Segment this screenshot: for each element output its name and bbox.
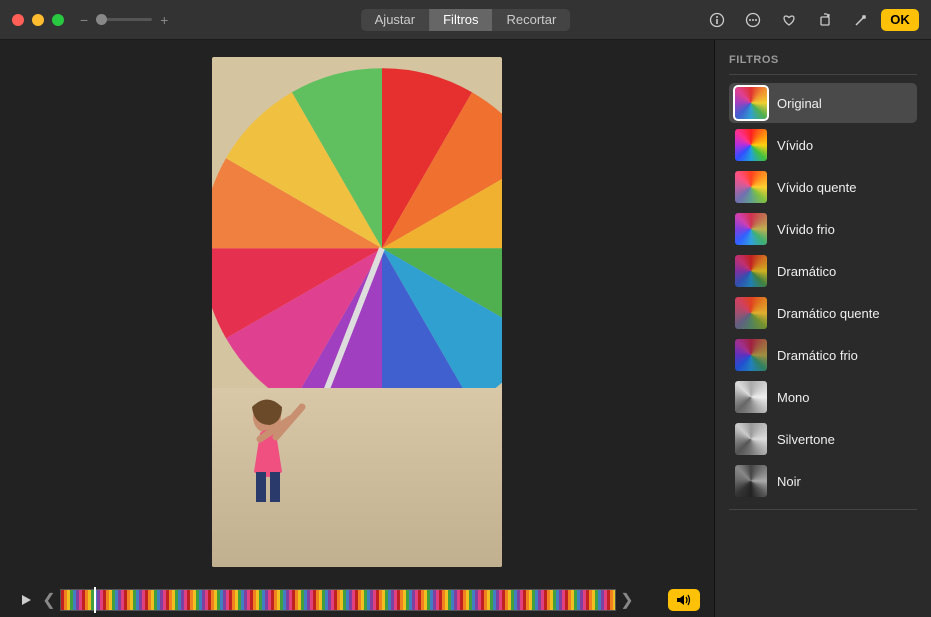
image-area: [0, 40, 714, 583]
wand-icon: [853, 12, 869, 28]
filter-thumb: [735, 255, 767, 287]
filter-label: Noir: [777, 474, 801, 489]
filter-item-dramatic[interactable]: Dramático: [729, 251, 917, 291]
trim-end-handle[interactable]: ❯: [622, 589, 632, 611]
tab-adjust[interactable]: Ajustar: [361, 9, 429, 31]
filter-label: Original: [777, 96, 822, 111]
heart-icon: [781, 12, 797, 28]
filter-item-mono[interactable]: Mono: [729, 377, 917, 417]
rotate-icon: [817, 12, 833, 28]
divider: [729, 74, 917, 75]
zoom-thumb[interactable]: [96, 14, 107, 25]
filter-label: Silvertone: [777, 432, 835, 447]
filters-sidebar: FILTROS Original Vívido Vívido quente Vívid…: [715, 40, 931, 617]
filter-thumb: [735, 465, 767, 497]
viewer-panel: ❮ ❯: [0, 40, 715, 617]
filter-item-noir[interactable]: Noir: [729, 461, 917, 501]
play-icon: [20, 594, 32, 606]
person-in-image: [232, 397, 312, 507]
filter-label: Vívido quente: [777, 180, 857, 195]
divider: [729, 509, 917, 510]
preview-image: [212, 57, 502, 567]
favorite-button[interactable]: [773, 9, 805, 31]
filter-thumb: [735, 87, 767, 119]
filter-label: Vívido: [777, 138, 813, 153]
filter-item-dramatic-warm[interactable]: Dramático quente: [729, 293, 917, 333]
rotate-button[interactable]: [809, 9, 841, 31]
zoom-slider[interactable]: − +: [80, 12, 168, 28]
filter-label: Mono: [777, 390, 810, 405]
more-icon: [745, 12, 761, 28]
speaker-icon: [676, 593, 692, 607]
filter-thumb: [735, 213, 767, 245]
filter-item-vivid-warm[interactable]: Vívido quente: [729, 167, 917, 207]
zoom-track[interactable]: [96, 18, 152, 21]
sound-button[interactable]: [668, 589, 700, 611]
edit-mode-tabs: Ajustar Filtros Recortar: [361, 9, 571, 31]
filter-label: Dramático frio: [777, 348, 858, 363]
filter-thumb: [735, 297, 767, 329]
filter-item-original[interactable]: Original: [729, 83, 917, 123]
enhance-button[interactable]: [845, 9, 877, 31]
filter-thumb: [735, 339, 767, 371]
filter-label: Dramático: [777, 264, 836, 279]
more-button[interactable]: [737, 9, 769, 31]
filter-list: Original Vívido Vívido quente Vívido frio Dr…: [729, 83, 917, 501]
filter-thumb: [735, 423, 767, 455]
info-icon: [709, 12, 725, 28]
zoom-out-icon: −: [80, 12, 88, 28]
filter-thumb: [735, 129, 767, 161]
window-controls: [12, 14, 64, 26]
playhead[interactable]: [94, 587, 96, 613]
close-window-button[interactable]: [12, 14, 24, 26]
timeline-row: ❮ ❯: [0, 583, 714, 617]
filter-label: Dramático quente: [777, 306, 880, 321]
timeline-strip[interactable]: [60, 589, 616, 611]
filter-item-vivid-cool[interactable]: Vívido frio: [729, 209, 917, 249]
tab-crop[interactable]: Recortar: [493, 9, 571, 31]
filter-thumb: [735, 171, 767, 203]
play-button[interactable]: [14, 591, 38, 609]
done-button[interactable]: OK: [881, 9, 919, 31]
filter-label: Vívido frio: [777, 222, 835, 237]
maximize-window-button[interactable]: [52, 14, 64, 26]
minimize-window-button[interactable]: [32, 14, 44, 26]
filter-item-silvertone[interactable]: Silvertone: [729, 419, 917, 459]
filter-item-vivid[interactable]: Vívido: [729, 125, 917, 165]
title-bar: − + Ajustar Filtros Recortar OK: [0, 0, 931, 40]
sidebar-header: FILTROS: [729, 54, 917, 66]
filter-thumb: [735, 381, 767, 413]
info-button[interactable]: [701, 9, 733, 31]
content-area: ❮ ❯ FILTROS Original Vívido Vívido quente V…: [0, 40, 931, 617]
filter-item-dramatic-cool[interactable]: Dramático frio: [729, 335, 917, 375]
tab-filters[interactable]: Filtros: [429, 9, 492, 31]
zoom-in-icon: +: [160, 12, 168, 28]
trim-start-handle[interactable]: ❮: [44, 589, 54, 611]
